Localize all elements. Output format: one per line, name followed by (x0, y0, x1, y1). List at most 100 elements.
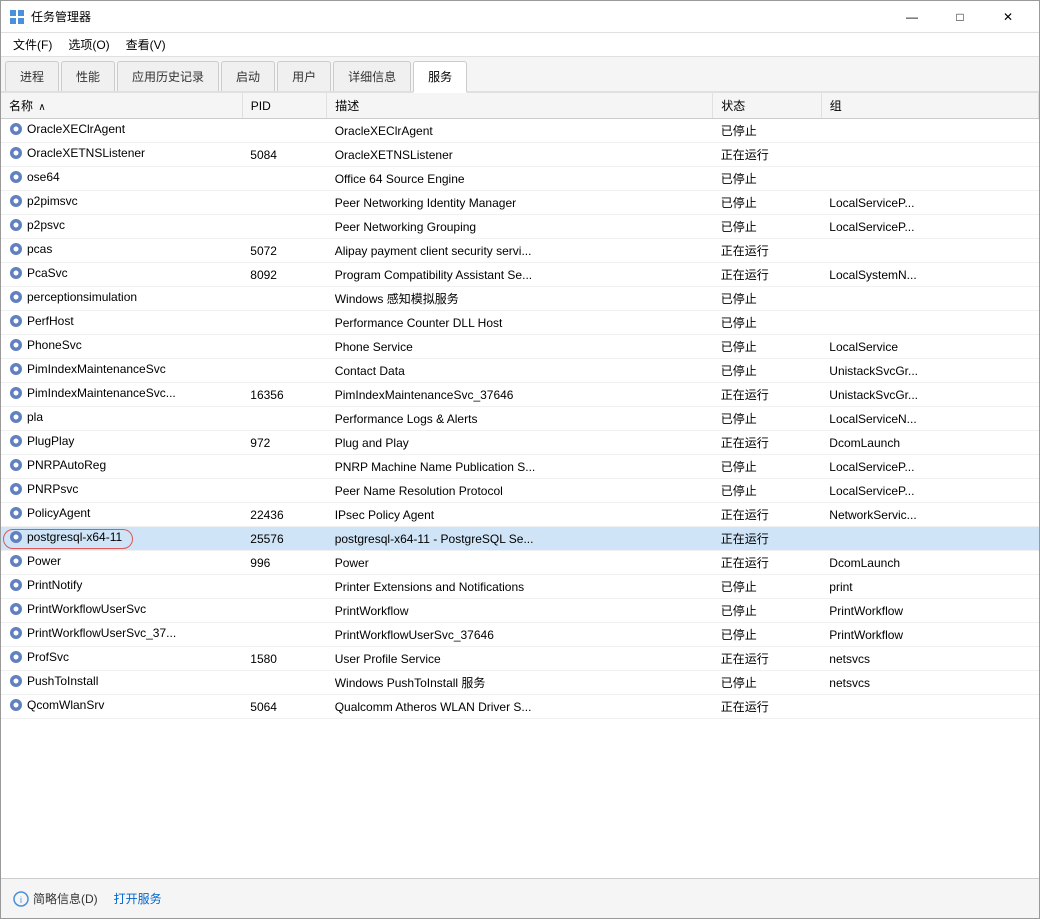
cell-status: 已停止 (713, 311, 822, 335)
cell-group: UnistackSvcGr... (821, 359, 1038, 383)
summary-info-button[interactable]: i 简略信息(D) (13, 890, 98, 907)
table-row[interactable]: PrintWorkflowUserSvcPrintWorkflow已停止Prin… (1, 599, 1039, 623)
tab-用户[interactable]: 用户 (277, 61, 331, 91)
cell-desc: OracleXETNSListener (327, 143, 713, 167)
tab-启动[interactable]: 启动 (221, 61, 275, 91)
table-row[interactable]: PcaSvc8092Program Compatibility Assistan… (1, 263, 1039, 287)
cell-name: OracleXETNSListener (1, 143, 242, 167)
col-header-pid[interactable]: PID (242, 93, 326, 119)
table-row[interactable]: OracleXEClrAgentOracleXEClrAgent已停止 (1, 119, 1039, 143)
cell-name: perceptionsimulation (1, 287, 242, 311)
table-row[interactable]: PrintWorkflowUserSvc_37...PrintWorkflowU… (1, 623, 1039, 647)
cell-desc: IPsec Policy Agent (327, 503, 713, 527)
cell-name: PolicyAgent (1, 503, 242, 527)
table-row[interactable]: Power996Power正在运行DcomLaunch (1, 551, 1039, 575)
service-icon: QcomWlanSrv (9, 698, 104, 712)
table-row[interactable]: ProfSvc1580User Profile Service正在运行netsv… (1, 647, 1039, 671)
service-icon: PolicyAgent (9, 506, 90, 520)
col-header-group[interactable]: 组 (821, 93, 1038, 119)
col-header-name[interactable]: 名称 ∧ (1, 93, 242, 119)
cell-desc: postgresql-x64-11 - PostgreSQL Se... (327, 527, 713, 551)
table-row[interactable]: PerfHost Performance Counter DLL Host已停止 (1, 311, 1039, 335)
table-row[interactable]: PushToInstall Windows PushToInstall 服务已停止… (1, 671, 1039, 695)
cell-desc: Contact Data (327, 359, 713, 383)
open-service-link[interactable]: 打开服务 (114, 890, 162, 907)
cell-pid (242, 599, 326, 623)
table-row[interactable]: PimIndexMaintenanceSvc...16356PimIndexMa… (1, 383, 1039, 407)
service-icon: postgresql-x64-11 (9, 530, 122, 544)
gear-icon (9, 458, 23, 472)
menu-item-f[interactable]: 文件(F) (5, 34, 60, 55)
cell-group (821, 239, 1038, 263)
cell-name: PimIndexMaintenanceSvc (1, 359, 242, 383)
cell-pid (242, 455, 326, 479)
gear-icon (9, 362, 23, 376)
cell-pid: 5072 (242, 239, 326, 263)
service-icon: PushToInstall (9, 674, 98, 688)
service-name-text: QcomWlanSrv (27, 698, 104, 712)
cell-desc: PNRP Machine Name Publication S... (327, 455, 713, 479)
service-name-text: PrintWorkflowUserSvc (27, 602, 146, 616)
cell-desc: Peer Networking Grouping (327, 215, 713, 239)
gear-icon (9, 602, 23, 616)
menu-item-v[interactable]: 查看(V) (118, 34, 174, 55)
cell-group (821, 287, 1038, 311)
cell-pid: 5084 (242, 143, 326, 167)
close-button[interactable]: ✕ (985, 1, 1031, 33)
service-name-text: perceptionsimulation (27, 290, 137, 304)
table-row[interactable]: plaPerformance Logs & Alerts已停止LocalServ… (1, 407, 1039, 431)
col-header-status[interactable]: 状态 (713, 93, 822, 119)
maximize-button[interactable]: □ (937, 1, 983, 33)
main-content: 名称 ∧ PID 描述 状态 组 OracleXEClrAgentOracleX… (1, 93, 1039, 878)
table-row[interactable]: ose64Office 64 Source Engine已停止 (1, 167, 1039, 191)
task-manager-window: 任务管理器 — □ ✕ 文件(F)选项(O)查看(V) 进程性能应用历史记录启动… (0, 0, 1040, 919)
gear-icon (9, 290, 23, 304)
cell-desc: Windows PushToInstall 服务 (327, 671, 713, 695)
table-row[interactable]: PolicyAgent22436IPsec Policy Agent正在运行Ne… (1, 503, 1039, 527)
table-row[interactable]: pcas5072Alipay payment client security s… (1, 239, 1039, 263)
table-row[interactable]: PimIndexMaintenanceSvcContact Data已停止Uni… (1, 359, 1039, 383)
tab-性能[interactable]: 性能 (61, 61, 115, 91)
table-row[interactable]: QcomWlanSrv5064Qualcomm Atheros WLAN Dri… (1, 695, 1039, 719)
gear-icon (9, 554, 23, 568)
cell-pid (242, 167, 326, 191)
table-row[interactable]: PrintNotifyPrinter Extensions and Notifi… (1, 575, 1039, 599)
cell-desc: Performance Logs & Alerts (327, 407, 713, 431)
cell-name: pcas (1, 239, 242, 263)
table-row[interactable]: PNRPsvcPeer Name Resolution Protocol已停止L… (1, 479, 1039, 503)
table-row[interactable]: postgresql-x64-1125576postgresql-x64-11 … (1, 527, 1039, 551)
cell-group (821, 527, 1038, 551)
service-name-text: PNRPAutoReg (27, 458, 106, 472)
table-row[interactable]: p2psvcPeer Networking Grouping已停止LocalSe… (1, 215, 1039, 239)
cell-name: ProfSvc (1, 647, 242, 671)
service-name-text: p2psvc (27, 218, 65, 232)
table-row[interactable]: PNRPAutoReg PNRP Machine Name Publication… (1, 455, 1039, 479)
cell-group: NetworkServic... (821, 503, 1038, 527)
table-row[interactable]: PhoneSvcPhone Service已停止LocalService (1, 335, 1039, 359)
service-icon: PhoneSvc (9, 338, 82, 352)
service-icon: PerfHost (9, 314, 74, 328)
cell-group: LocalServiceP... (821, 191, 1038, 215)
cell-status: 已停止 (713, 671, 822, 695)
cell-status: 正在运行 (713, 527, 822, 551)
service-icon: perceptionsimulation (9, 290, 137, 304)
tab-详细信息[interactable]: 详细信息 (333, 61, 411, 91)
minimize-button[interactable]: — (889, 1, 935, 33)
table-row[interactable]: OracleXETNSListener5084OracleXETNSListen… (1, 143, 1039, 167)
table-row[interactable]: p2pimsvcPeer Networking Identity Manager… (1, 191, 1039, 215)
service-name-text: pla (27, 410, 43, 424)
tab-应用历史记录[interactable]: 应用历史记录 (117, 61, 219, 91)
menu-item-o[interactable]: 选项(O) (60, 34, 117, 55)
cell-desc: Peer Name Resolution Protocol (327, 479, 713, 503)
table-body: OracleXEClrAgentOracleXEClrAgent已停止Oracl… (1, 119, 1039, 719)
tab-进程[interactable]: 进程 (5, 61, 59, 91)
cell-name: PhoneSvc (1, 335, 242, 359)
cell-group: netsvcs (821, 671, 1038, 695)
cell-desc: Performance Counter DLL Host (327, 311, 713, 335)
services-table-container[interactable]: 名称 ∧ PID 描述 状态 组 OracleXEClrAgentOracleX… (1, 93, 1039, 878)
table-row[interactable]: perceptionsimulationWindows 感知模拟服务已停止 (1, 287, 1039, 311)
service-icon: OracleXEClrAgent (9, 122, 125, 136)
table-row[interactable]: PlugPlay972Plug and Play正在运行DcomLaunch (1, 431, 1039, 455)
col-header-desc[interactable]: 描述 (327, 93, 713, 119)
tab-服务[interactable]: 服务 (413, 61, 467, 93)
